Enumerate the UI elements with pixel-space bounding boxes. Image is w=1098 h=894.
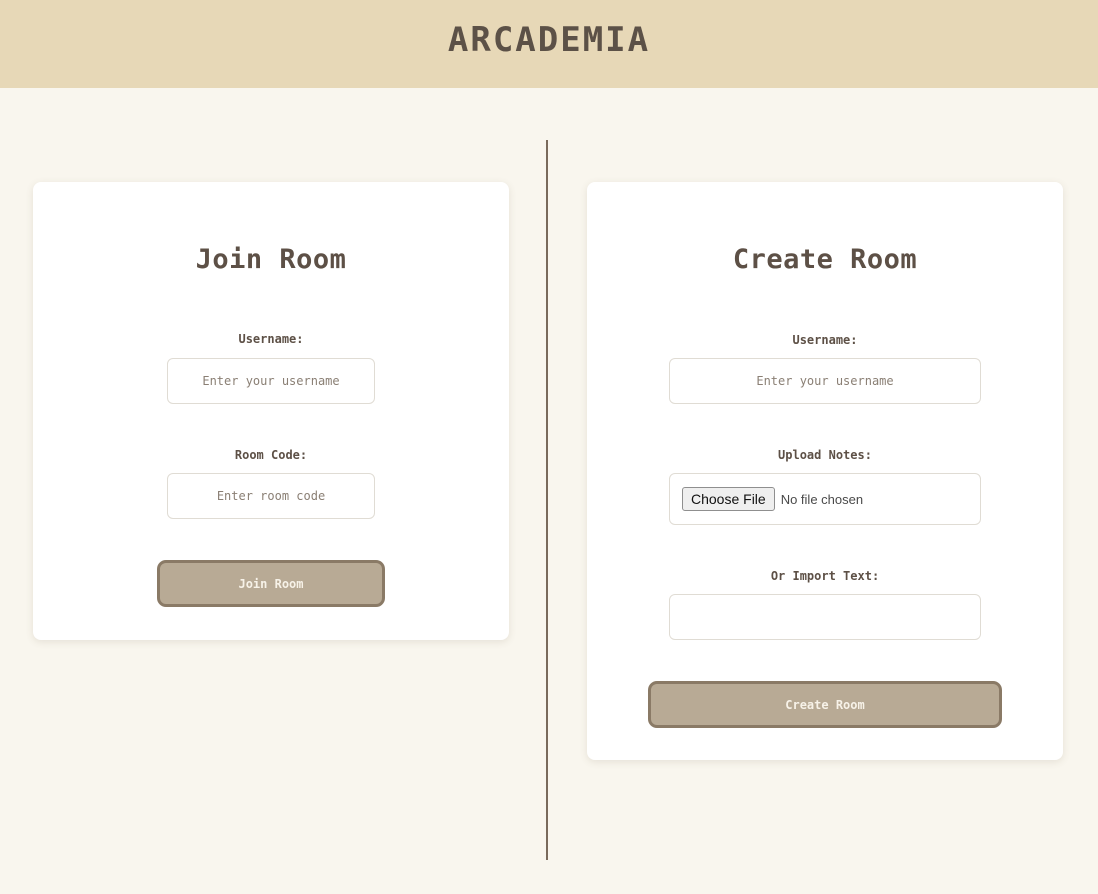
join-username-label: Username: [238, 332, 304, 346]
import-text-label: Or Import Text: [770, 569, 880, 583]
create-username-input[interactable] [669, 358, 981, 404]
import-text-input[interactable] [669, 594, 981, 640]
join-room-card: Join Room Username: Room Code: Join Room [33, 182, 509, 640]
create-username-label: Username: [792, 333, 858, 347]
file-status-text: No file chosen [780, 491, 864, 507]
upload-notes-field: Choose File No file chosen [669, 473, 981, 525]
app-title: ARCADEMIA [447, 20, 651, 60]
join-room-button[interactable]: Join Room [157, 560, 385, 607]
join-username-input[interactable] [167, 358, 375, 404]
join-room-title: Join Room [195, 244, 347, 275]
create-room-card: Create Room Username: Upload Notes: Choo… [587, 182, 1063, 760]
room-code-input[interactable] [167, 473, 375, 519]
upload-notes-label: Upload Notes: [778, 448, 872, 462]
create-room-title: Create Room [732, 244, 918, 275]
top-header: ARCADEMIA [0, 0, 1098, 88]
choose-file-button[interactable]: Choose File [682, 487, 775, 511]
room-code-label: Room Code: [234, 448, 308, 462]
vertical-divider [546, 140, 548, 860]
create-room-button[interactable]: Create Room [648, 681, 1002, 728]
